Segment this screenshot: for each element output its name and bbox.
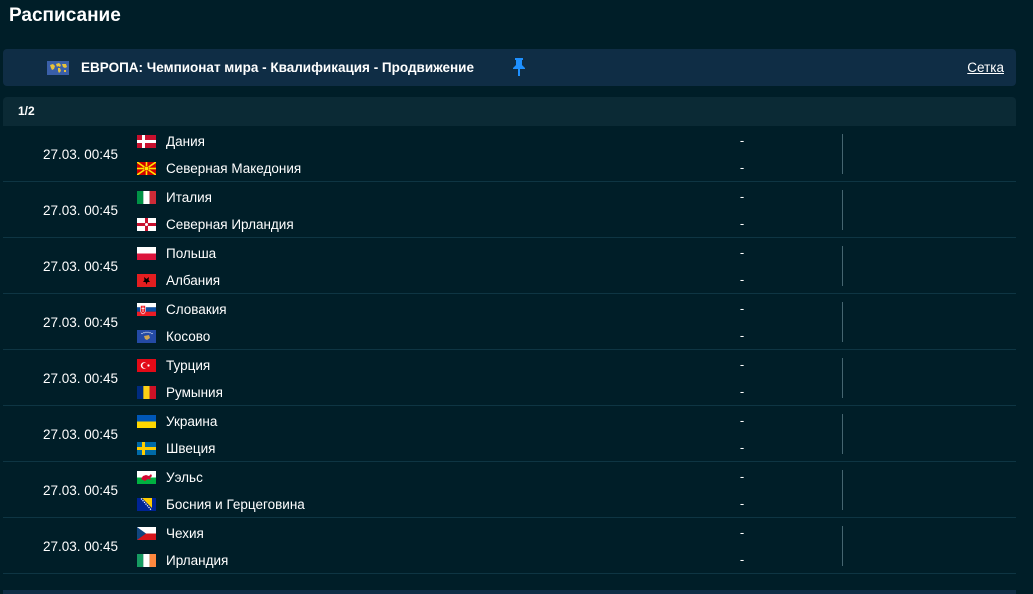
- match-time: 27.03. 00:45: [43, 259, 119, 274]
- team-name[interactable]: Босния и Герцеговина: [166, 497, 305, 512]
- league-header: ЕВРОПА: Чемпионат мира - Квалификация - …: [3, 49, 1016, 86]
- home-team: Чехия: [137, 524, 204, 542]
- away-team: Косово: [137, 327, 210, 345]
- flag-denmark-icon: [137, 134, 156, 148]
- away-score: -: [739, 384, 745, 399]
- team-name[interactable]: Чехия: [166, 526, 204, 541]
- next-section-edge: [3, 590, 1016, 594]
- flag-north-macedonia-icon: [137, 161, 156, 175]
- away-score: -: [739, 328, 745, 343]
- away-score: -: [739, 216, 745, 231]
- round-label: 1/2: [18, 104, 35, 118]
- divider: [842, 190, 843, 230]
- away-team: Босния и Герцеговина: [137, 495, 305, 513]
- team-name[interactable]: Турция: [166, 358, 210, 373]
- divider: [842, 358, 843, 398]
- away-team: Северная Ирландия: [137, 215, 294, 233]
- home-team: Украина: [137, 412, 217, 430]
- match-row[interactable]: 27.03. 00:45 Турция Румыния - -: [3, 350, 1016, 406]
- home-score: -: [739, 525, 745, 540]
- away-team: Ирландия: [137, 551, 228, 569]
- home-score: -: [739, 245, 745, 260]
- flag-slovakia-icon: [137, 302, 156, 316]
- league-title[interactable]: ЕВРОПА: Чемпионат мира - Квалификация - …: [81, 60, 474, 75]
- flag-romania-icon: [137, 385, 156, 399]
- match-row[interactable]: 27.03. 00:45 Польша Албания - -: [3, 238, 1016, 294]
- home-score: -: [739, 413, 745, 428]
- away-score: -: [739, 552, 745, 567]
- match-row[interactable]: 27.03. 00:45 Чехия Ирландия - -: [3, 518, 1016, 574]
- team-name[interactable]: Швеция: [166, 441, 216, 456]
- match-list: 27.03. 00:45 Дания Северная Македония - …: [3, 126, 1016, 574]
- flag-northern-ireland-icon: [137, 217, 156, 231]
- away-score: -: [739, 272, 745, 287]
- match-row[interactable]: 27.03. 00:45 Украина Швеция - -: [3, 406, 1016, 462]
- away-score: -: [739, 496, 745, 511]
- divider: [842, 302, 843, 342]
- bracket-link[interactable]: Сетка: [967, 60, 1004, 75]
- team-name[interactable]: Италия: [166, 190, 212, 205]
- team-name[interactable]: Польша: [166, 246, 216, 261]
- match-time: 27.03. 00:45: [43, 147, 119, 162]
- team-name[interactable]: Румыния: [166, 385, 223, 400]
- flag-turkey-icon: [137, 358, 156, 372]
- world-map-icon: [47, 61, 69, 75]
- flag-kosovo-icon: [137, 329, 156, 343]
- home-team: Турция: [137, 356, 210, 374]
- flag-ukraine-icon: [137, 414, 156, 428]
- home-team: Словакия: [137, 300, 227, 318]
- divider: [842, 414, 843, 454]
- home-team: Дания: [137, 132, 205, 150]
- team-name[interactable]: Косово: [166, 329, 210, 344]
- divider: [842, 134, 843, 174]
- away-team: Северная Македония: [137, 159, 301, 177]
- divider: [842, 526, 843, 566]
- team-name[interactable]: Дания: [166, 134, 205, 149]
- home-score: -: [739, 301, 745, 316]
- team-name[interactable]: Северная Македония: [166, 161, 301, 176]
- match-time: 27.03. 00:45: [43, 427, 119, 442]
- divider: [842, 470, 843, 510]
- team-name[interactable]: Уэльс: [166, 470, 203, 485]
- team-name[interactable]: Ирландия: [166, 553, 228, 568]
- flag-sweden-icon: [137, 441, 156, 455]
- away-team: Швеция: [137, 439, 216, 457]
- match-time: 27.03. 00:45: [43, 315, 119, 330]
- match-row[interactable]: 27.03. 00:45 Италия Северная Ирландия - …: [3, 182, 1016, 238]
- team-name[interactable]: Северная Ирландия: [166, 217, 294, 232]
- team-name[interactable]: Словакия: [166, 302, 227, 317]
- away-team: Румыния: [137, 383, 223, 401]
- match-row[interactable]: 27.03. 00:45 Дания Северная Македония - …: [3, 126, 1016, 182]
- match-time: 27.03. 00:45: [43, 539, 119, 554]
- away-team: Албания: [137, 271, 220, 289]
- home-score: -: [739, 133, 745, 148]
- away-score: -: [739, 160, 745, 175]
- flag-czechia-icon: [137, 526, 156, 540]
- home-team: Уэльс: [137, 468, 203, 486]
- match-row[interactable]: 27.03. 00:45 Словакия Косово - -: [3, 294, 1016, 350]
- flag-poland-icon: [137, 246, 156, 260]
- round-header: 1/2: [3, 97, 1016, 126]
- flag-wales-icon: [137, 470, 156, 484]
- flag-italy-icon: [137, 190, 156, 204]
- page-title: Расписание: [9, 5, 121, 26]
- home-team: Италия: [137, 188, 212, 206]
- match-time: 27.03. 00:45: [43, 203, 119, 218]
- team-name[interactable]: Украина: [166, 414, 217, 429]
- pin-icon[interactable]: [511, 57, 527, 77]
- match-row[interactable]: 27.03. 00:45 Уэльс Босния и Герцеговина …: [3, 462, 1016, 518]
- flag-ireland-icon: [137, 553, 156, 567]
- home-score: -: [739, 469, 745, 484]
- match-time: 27.03. 00:45: [43, 371, 119, 386]
- home-score: -: [739, 357, 745, 372]
- divider: [842, 246, 843, 286]
- home-team: Польша: [137, 244, 216, 262]
- home-score: -: [739, 189, 745, 204]
- team-name[interactable]: Албания: [166, 273, 220, 288]
- flag-albania-icon: [137, 273, 156, 287]
- away-score: -: [739, 440, 745, 455]
- match-time: 27.03. 00:45: [43, 483, 119, 498]
- flag-bosnia-herzegovina-icon: [137, 497, 156, 511]
